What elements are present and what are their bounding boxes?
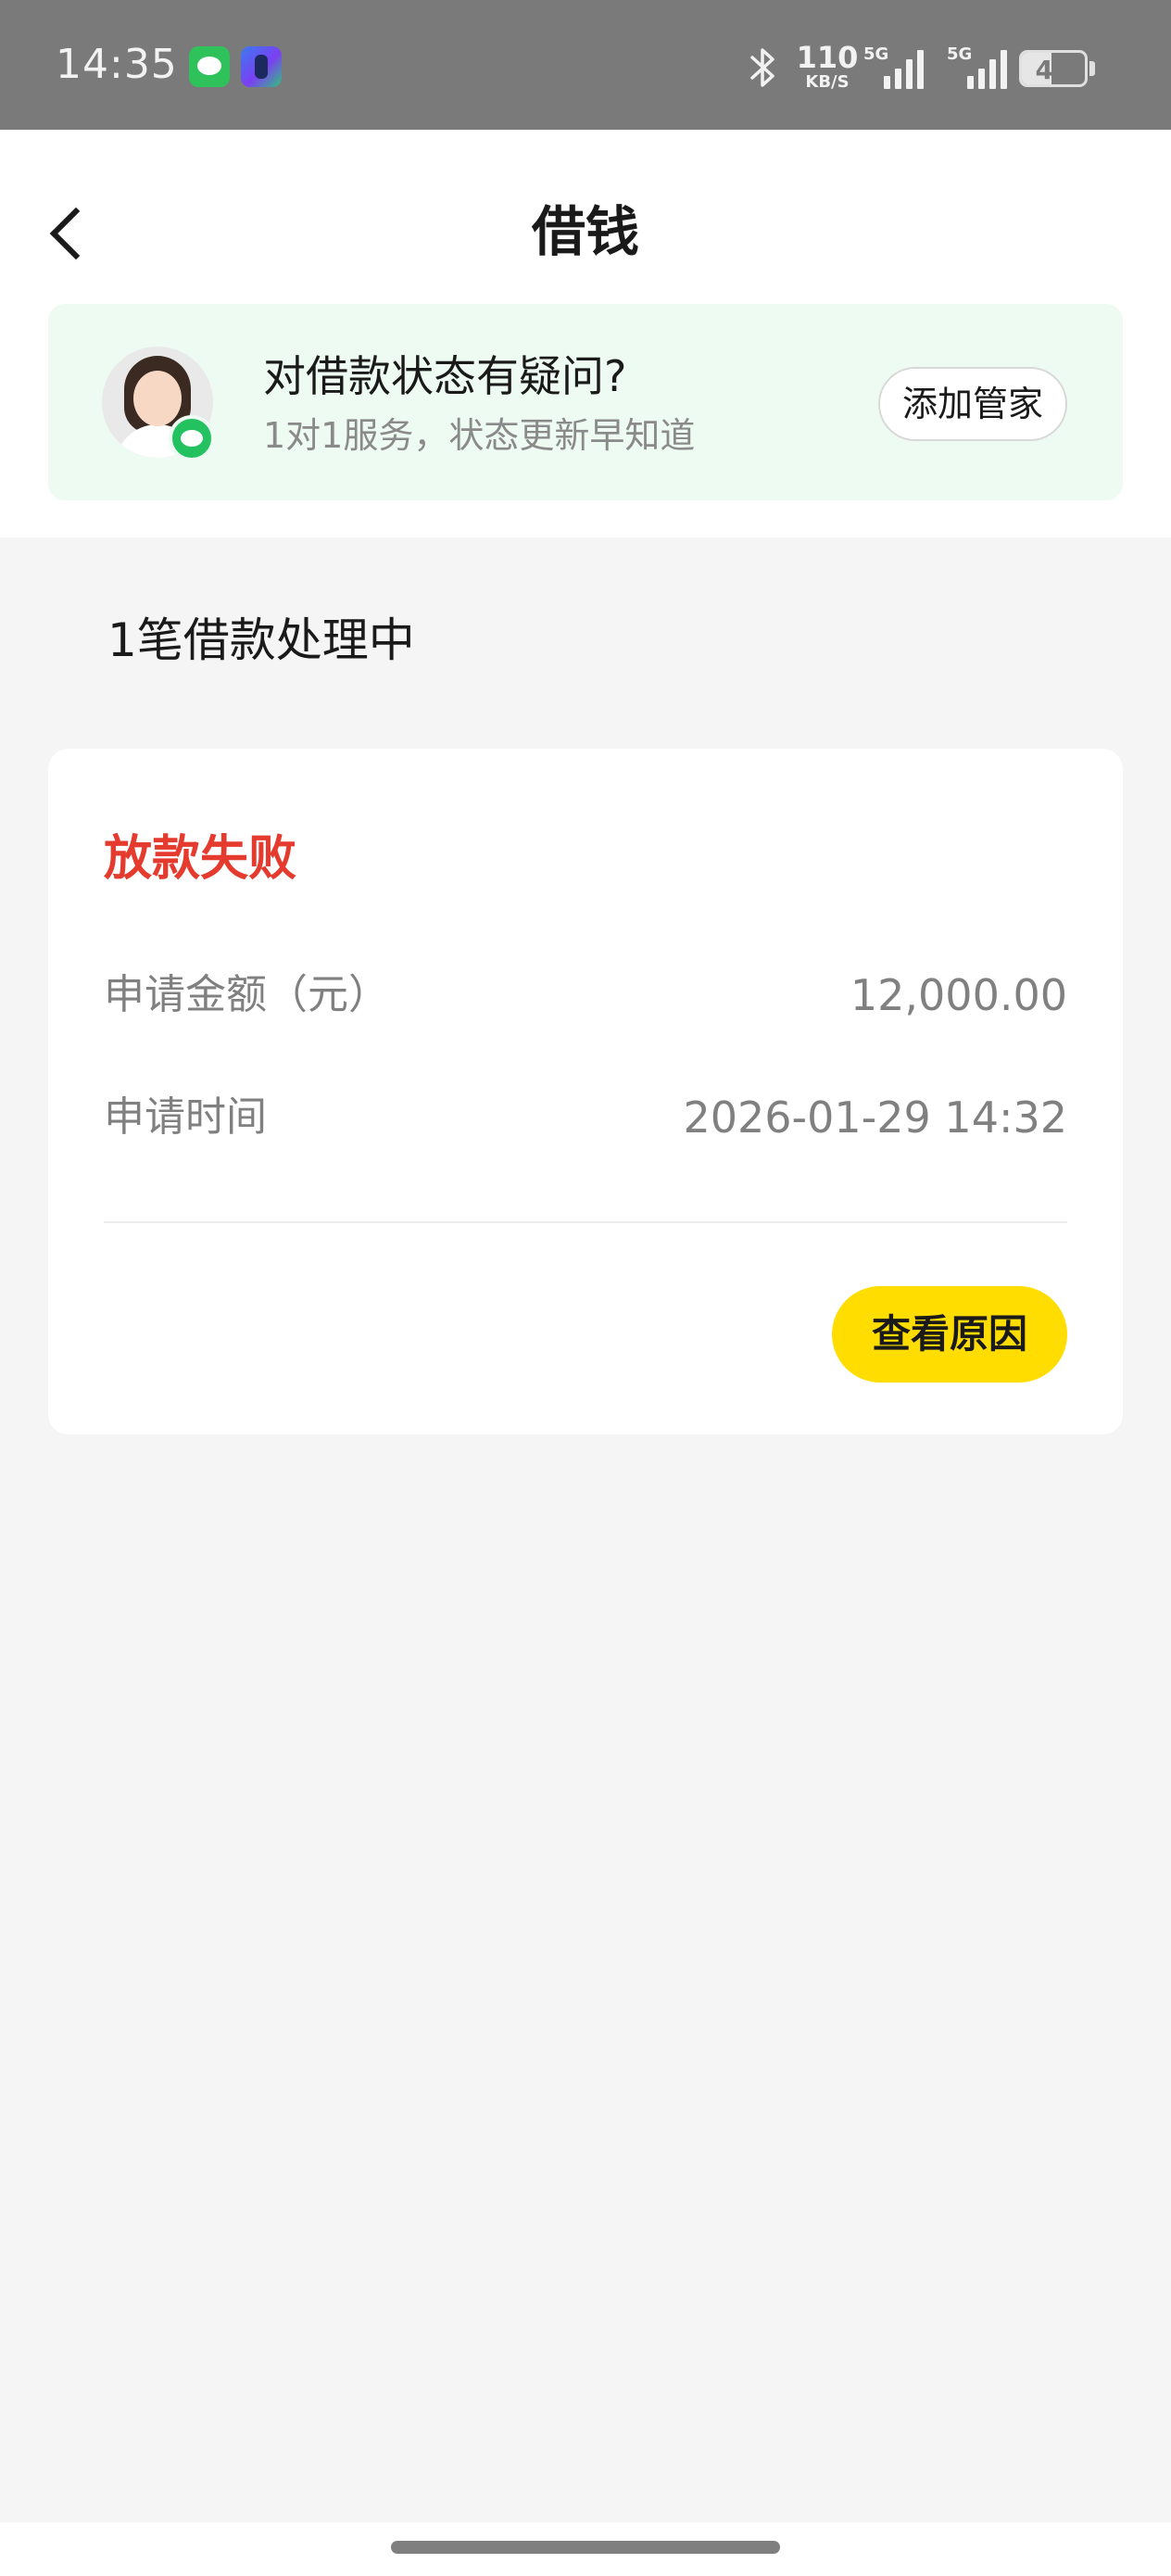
network-speed-unit: KB/S	[805, 72, 850, 92]
add-butler-button[interactable]: 添加管家	[878, 367, 1067, 441]
bluetooth-icon	[750, 48, 774, 87]
time-label: 申请时间	[104, 1093, 267, 1141]
butler-banner[interactable]: 对借款状态有疑问? 1对1服务，状态更新早知道 添加管家	[48, 304, 1123, 500]
view-reason-button[interactable]: 查看原因	[832, 1286, 1067, 1383]
battery-level: 47	[1035, 55, 1072, 85]
battery-tip	[1089, 61, 1095, 76]
banner-title: 对借款状态有疑问?	[263, 351, 627, 401]
network-speed-value: 110	[796, 40, 859, 75]
amount-value: 12,000.00	[850, 970, 1067, 1020]
home-indicator[interactable]	[391, 2541, 780, 2554]
signal-2-icon: 5G	[947, 44, 1014, 89]
signal-1-icon: 5G	[863, 44, 930, 89]
loan-status: 放款失败	[104, 831, 297, 887]
page-title: 借钱	[531, 200, 639, 263]
wechat-notification-icon	[189, 46, 230, 87]
status-bar: 14:35 110 KB/S 5G 5G 47	[0, 0, 1171, 130]
app-notification-icon	[241, 46, 282, 87]
section-title: 1笔借款处理中	[107, 613, 415, 667]
wechat-icon	[169, 415, 215, 461]
divider	[104, 1221, 1067, 1223]
battery-icon: 47	[1019, 50, 1088, 87]
status-time: 14:35	[56, 41, 178, 88]
network-speed: 110 KB/S	[795, 43, 860, 91]
amount-label: 申请金额（元）	[104, 971, 389, 1018]
loan-card: 放款失败 申请金额（元） 12,000.00 申请时间 2026-01-29 1…	[48, 749, 1123, 1434]
time-value: 2026-01-29 14:32	[683, 1092, 1067, 1143]
banner-subtitle: 1对1服务，状态更新早知道	[263, 415, 696, 456]
